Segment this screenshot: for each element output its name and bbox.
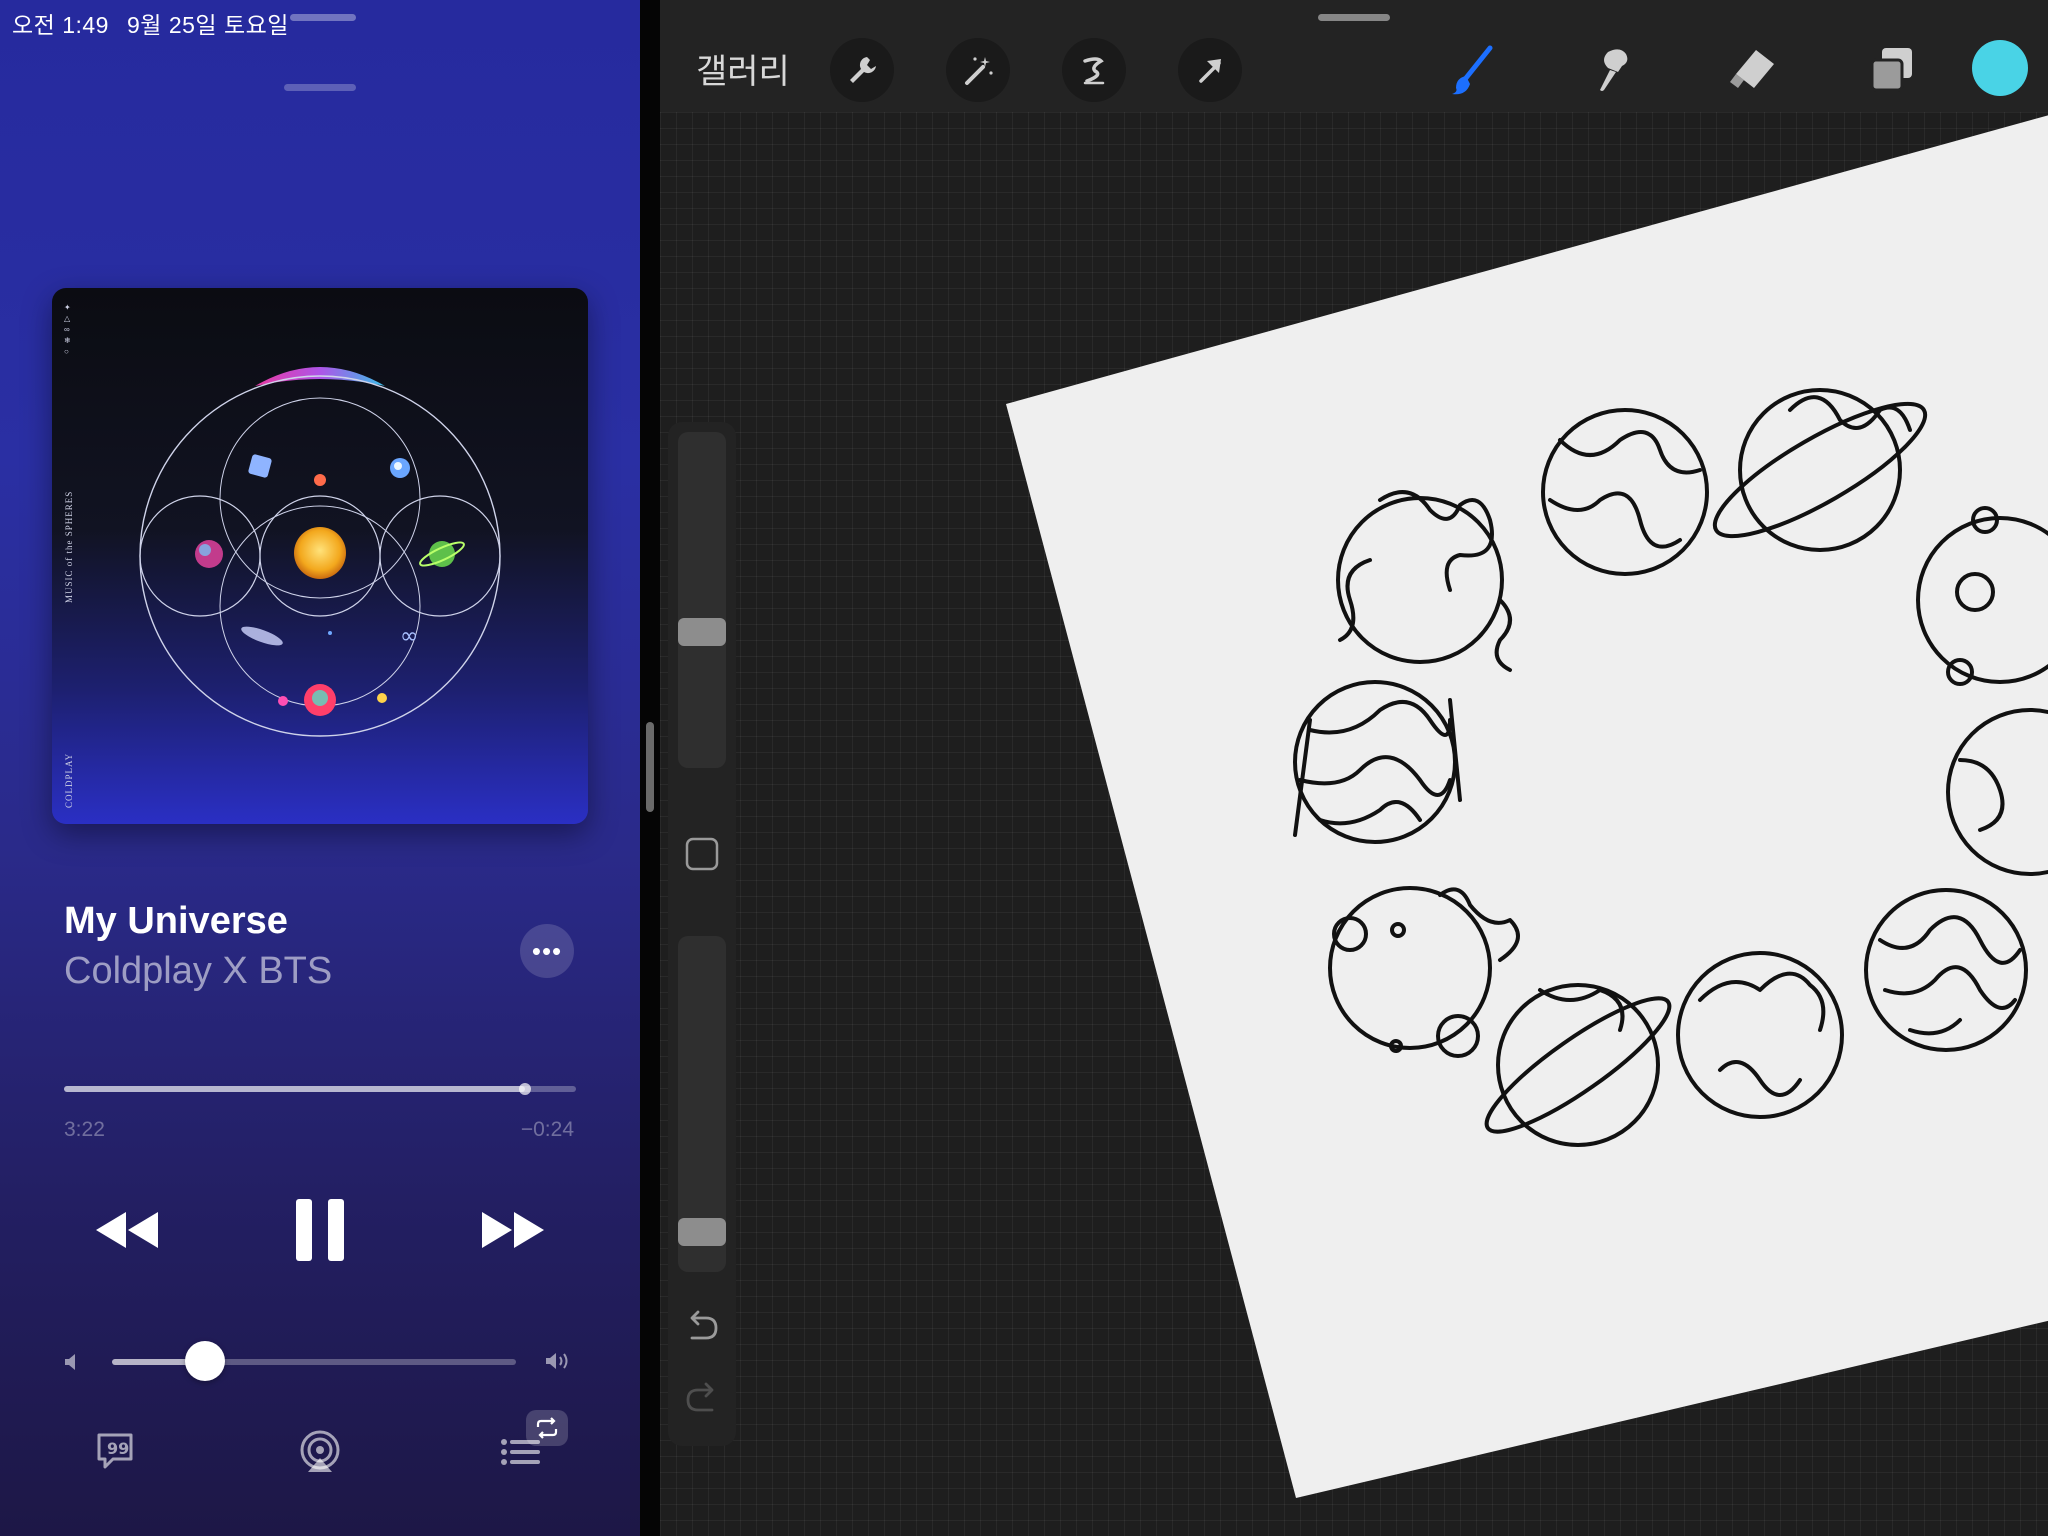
gallery-button[interactable]: 갤러리 xyxy=(696,44,790,93)
speaker-high-icon xyxy=(546,1353,568,1369)
multitasking-handle[interactable] xyxy=(290,14,356,21)
actions-button[interactable] xyxy=(830,38,894,102)
repeat-badge[interactable] xyxy=(526,1410,568,1446)
opacity-knob[interactable] xyxy=(678,1218,726,1246)
status-bar: 오전 1:49 9월 25일 토요일 xyxy=(12,6,289,40)
status-date: 9월 25일 토요일 xyxy=(126,12,289,38)
remaining-time: −0:24 xyxy=(520,1118,574,1141)
color-picker-button[interactable] xyxy=(1972,40,2028,96)
procreate-sidebar xyxy=(668,422,736,1446)
repeat-icon xyxy=(536,1417,558,1439)
album-cover: ∞ MUSIC of the SPHERES COLDPLAY ✦ △ ∞ ❄ ○ xyxy=(52,288,588,824)
scrubber-knob[interactable] xyxy=(518,1083,531,1095)
magic-wand-icon xyxy=(965,57,993,85)
rewind-icon xyxy=(96,1212,158,1248)
selection-icon xyxy=(1083,57,1105,85)
selection-button[interactable] xyxy=(1062,38,1126,102)
procreate-toolbar: 갤러리 xyxy=(660,0,2048,112)
fast-forward-button[interactable] xyxy=(472,1200,554,1260)
modify-button[interactable] xyxy=(684,836,720,872)
volume-high-button xyxy=(542,1348,578,1374)
album-art: ∞ xyxy=(139,367,501,737)
smudge-icon xyxy=(1600,49,1628,91)
brush-size-knob[interactable] xyxy=(678,618,726,646)
speaker-low-icon xyxy=(65,1354,75,1370)
elapsed-time: 3:22 xyxy=(64,1118,105,1141)
redo-icon xyxy=(686,1382,714,1412)
status-time: 오전 1:49 xyxy=(12,12,109,38)
volume-low-button xyxy=(60,1350,84,1374)
lyrics-button[interactable]: 99 xyxy=(90,1426,140,1476)
undo-button[interactable] xyxy=(682,1306,722,1346)
undo-icon xyxy=(690,1310,718,1340)
song-title: My Universe xyxy=(64,900,288,942)
transform-button[interactable] xyxy=(1178,38,1242,102)
volume-knob[interactable] xyxy=(184,1341,225,1381)
layers-button[interactable] xyxy=(1860,38,1924,102)
layers-icon xyxy=(1870,48,1912,92)
redo-button[interactable] xyxy=(682,1378,722,1418)
airplay-icon xyxy=(300,1430,340,1472)
playback-scrubber[interactable] xyxy=(64,1083,576,1095)
drawing-canvas[interactable] xyxy=(660,0,2048,1536)
rewind-button[interactable] xyxy=(86,1200,168,1260)
volume-slider[interactable] xyxy=(112,1341,516,1381)
album-symbols: ✦ △ ∞ ❄ ○ xyxy=(64,303,71,356)
brush-button[interactable] xyxy=(1440,38,1504,102)
transform-arrow-icon xyxy=(1199,59,1221,83)
svg-text:∞: ∞ xyxy=(400,624,418,649)
brush-size-slider[interactable] xyxy=(678,432,726,768)
airplay-button[interactable] xyxy=(294,1426,346,1478)
eraser-button[interactable] xyxy=(1720,38,1784,102)
fast-forward-icon xyxy=(482,1212,544,1248)
album-side-title: MUSIC of the SPHERES xyxy=(64,490,74,603)
more-options-button[interactable]: ••• xyxy=(520,924,574,978)
split-view-handle[interactable] xyxy=(646,722,654,812)
eraser-icon xyxy=(1730,50,1774,88)
lyrics-icon: 99 xyxy=(97,1433,133,1469)
playback-progress xyxy=(64,1086,525,1092)
adjustments-button[interactable] xyxy=(946,38,1010,102)
app-grabber[interactable] xyxy=(1318,14,1390,21)
square-icon xyxy=(685,837,719,871)
pause-button[interactable] xyxy=(284,1192,356,1268)
procreate-pane: 갤러리 xyxy=(660,0,2048,1536)
music-pane: 오전 1:49 9월 25일 토요일 ∞ MUSIC of the SPHERE… xyxy=(0,0,640,1536)
album-side-artist: COLDPLAY xyxy=(64,752,74,808)
wrench-icon xyxy=(850,57,876,83)
svg-text:99: 99 xyxy=(107,1439,129,1458)
sheet-grabber[interactable] xyxy=(284,84,356,91)
opacity-slider[interactable] xyxy=(678,936,726,1272)
brush-icon xyxy=(1452,45,1493,95)
pause-icon xyxy=(296,1199,344,1261)
song-artist[interactable]: Coldplay X BTS xyxy=(64,950,332,993)
split-view-divider xyxy=(640,0,660,1536)
ellipsis-icon: ••• xyxy=(531,935,563,966)
smudge-button[interactable] xyxy=(1580,38,1644,102)
